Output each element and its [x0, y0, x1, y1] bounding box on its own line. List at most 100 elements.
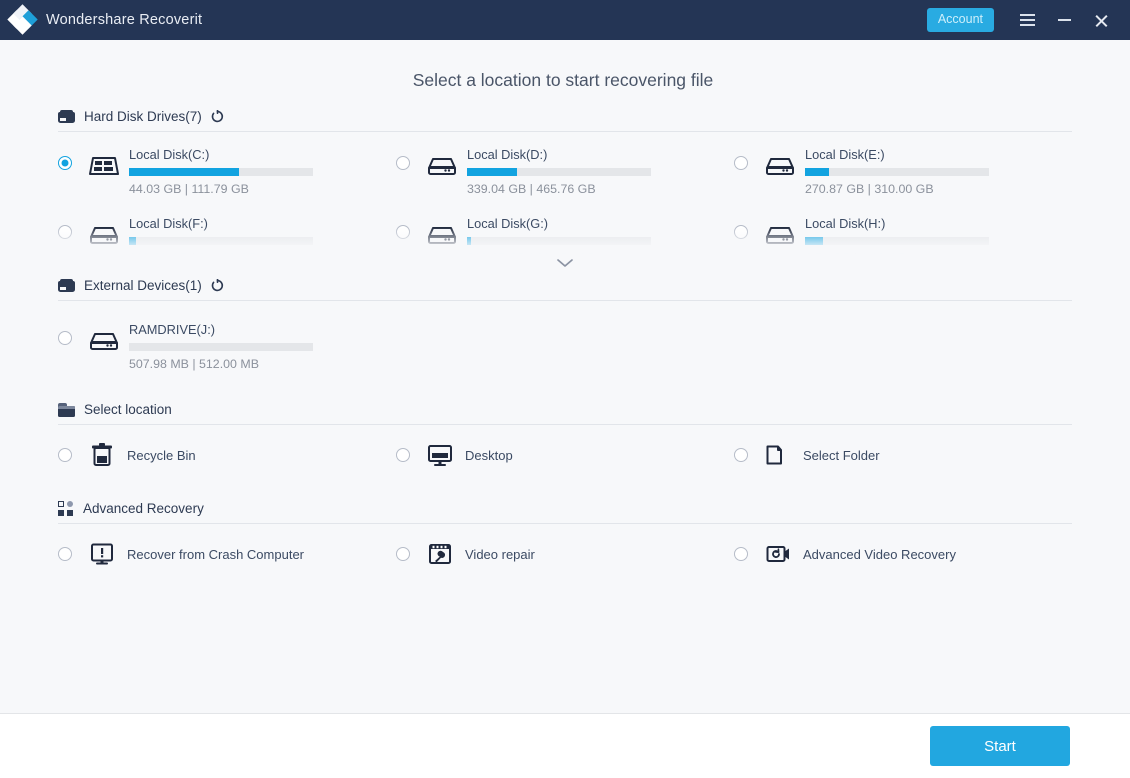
- drive-usage-bar: [805, 168, 989, 176]
- option-radio-video-repair[interactable]: [396, 547, 410, 561]
- drive-name: Local Disk(E:): [805, 147, 885, 162]
- chevron-down-icon: [555, 257, 575, 269]
- option-recover-from-crash-computer[interactable]: Recover from Crash Computer: [58, 524, 396, 576]
- wondershare-diamond-logo-icon: [7, 4, 38, 35]
- drive-name: RAMDRIVE(J:): [129, 322, 216, 337]
- hard-disk-icon: [58, 110, 75, 123]
- close-button[interactable]: [1084, 3, 1118, 37]
- option-label: Desktop: [465, 447, 513, 463]
- show-more-drives-button[interactable]: [58, 254, 1072, 272]
- option-label: Recover from Crash Computer: [127, 546, 304, 562]
- option-video-repair[interactable]: Video repair: [396, 524, 734, 576]
- drive-item-c[interactable]: Local Disk(C:) 44.03 GB | 111.79 GB: [58, 132, 396, 203]
- option-desktop[interactable]: Desktop: [396, 425, 734, 477]
- section-label: Hard Disk Drives(7): [84, 109, 202, 124]
- minimize-button[interactable]: [1047, 3, 1081, 37]
- folder-outline-icon: [765, 443, 791, 467]
- section-header: Advanced Recovery: [58, 501, 1072, 523]
- advanced-recovery-options: Recover from Crash Computer Video repair…: [58, 524, 1072, 576]
- desktop-monitor-icon: [427, 443, 453, 467]
- drive-usage-bar: [805, 237, 989, 245]
- option-label: Advanced Video Recovery: [803, 546, 956, 562]
- external-device-grid: RAMDRIVE(J:) 507.98 MB | 512.00 MB: [58, 301, 1072, 378]
- main-content: Select a location to start recovering fi…: [0, 40, 1130, 713]
- drive-info: RAMDRIVE(J:) 507.98 MB | 512.00 MB: [129, 321, 313, 372]
- drive-usage-bar: [129, 237, 313, 245]
- hamburger-menu-icon: [1019, 14, 1035, 26]
- recycle-bin-icon: [89, 443, 115, 467]
- drive-icon: [765, 152, 795, 178]
- option-radio-select-folder[interactable]: [734, 448, 748, 462]
- option-radio-advanced-video-recovery[interactable]: [734, 547, 748, 561]
- grid-icon: [58, 501, 74, 516]
- drive-item-e[interactable]: Local Disk(E:) 270.87 GB | 310.00 GB: [734, 132, 1072, 203]
- account-button[interactable]: Account: [926, 8, 994, 32]
- drive-icon: [427, 221, 457, 247]
- drive-size: 270.87 GB | 310.00 GB: [805, 182, 934, 196]
- drive-name: Local Disk(D:): [467, 147, 548, 162]
- option-radio-recycle-bin[interactable]: [58, 448, 72, 462]
- minimize-icon: [1057, 19, 1071, 21]
- option-recycle-bin[interactable]: Recycle Bin: [58, 425, 396, 477]
- drive-info: Local Disk(E:) 270.87 GB | 310.00 GB: [805, 146, 989, 197]
- section-external-devices: External Devices(1) RAMDRIVE(J:) 507.98 …: [58, 278, 1072, 378]
- refresh-icon[interactable]: [211, 110, 224, 123]
- drive-radio-g[interactable]: [396, 225, 410, 239]
- drive-grid-row-2: Local Disk(F:) 299.80 GB | 311.00 GB: [58, 203, 1072, 255]
- section-label: Advanced Recovery: [83, 501, 204, 516]
- drive-size: 299.80 GB | 311.00 GB: [129, 245, 313, 255]
- title-bar: Wondershare Recoverit Account: [0, 0, 1130, 40]
- drive-radio-f[interactable]: [58, 225, 72, 239]
- drive-radio-c[interactable]: [58, 156, 72, 170]
- drive-icon: [765, 221, 795, 247]
- section-advanced-recovery: Advanced Recovery Recover from Crash Com…: [58, 501, 1072, 576]
- drive-size: 303.07 GB | 306.51 GB: [467, 245, 651, 255]
- refresh-icon[interactable]: [211, 279, 224, 292]
- drive-info: Local Disk(D:) 339.04 GB | 465.76 GB: [467, 146, 651, 197]
- drive-icon: [89, 221, 119, 247]
- drive-radio-ramdrive[interactable]: [58, 331, 72, 345]
- drive-radio-e[interactable]: [734, 156, 748, 170]
- titlebar-controls: Account: [926, 3, 1118, 37]
- drive-item-d[interactable]: Local Disk(D:) 339.04 GB | 465.76 GB: [396, 132, 734, 203]
- drive-info: Local Disk(F:) 299.80 GB | 311.00 GB: [129, 215, 313, 255]
- option-label: Recycle Bin: [127, 447, 196, 463]
- start-button[interactable]: Start: [930, 726, 1070, 766]
- drive-radio-d[interactable]: [396, 156, 410, 170]
- footer-bar: Start: [0, 713, 1130, 778]
- section-header: Select location: [58, 402, 1072, 424]
- drive-item-h[interactable]: Local Disk(H:) 2.71 GB | 3.00 GB: [734, 203, 1072, 255]
- drive-item-ramdrive[interactable]: RAMDRIVE(J:) 507.98 MB | 512.00 MB: [58, 301, 396, 378]
- drive-usage-bar: [129, 343, 313, 351]
- close-icon: [1094, 13, 1109, 28]
- option-radio-crash-computer[interactable]: [58, 547, 72, 561]
- drive-name: Local Disk(H:): [805, 216, 886, 231]
- page-title: Select a location to start recovering fi…: [412, 70, 714, 90]
- menu-button[interactable]: [1010, 3, 1044, 37]
- drive-item-f[interactable]: Local Disk(F:) 299.80 GB | 311.00 GB: [58, 203, 396, 255]
- drive-size: 339.04 GB | 465.76 GB: [467, 182, 596, 196]
- option-select-folder[interactable]: Select Folder: [734, 425, 1072, 477]
- drive-name: Local Disk(C:): [129, 147, 210, 162]
- section-header: Hard Disk Drives(7): [58, 109, 1072, 131]
- external-device-icon: [58, 279, 75, 292]
- drive-usage-bar: [467, 168, 651, 176]
- section-label: Select location: [84, 402, 172, 417]
- section-select-location: Select location Recycle Bin Desktop Sele…: [58, 402, 1072, 477]
- drive-grid-row-1: Local Disk(C:) 44.03 GB | 111.79 GB Loca…: [58, 132, 1072, 203]
- section-label: External Devices(1): [84, 278, 202, 293]
- drive-radio-h[interactable]: [734, 225, 748, 239]
- drive-name: Local Disk(F:): [129, 216, 208, 231]
- option-radio-desktop[interactable]: [396, 448, 410, 462]
- advanced-video-recovery-icon: [765, 542, 791, 566]
- drive-usage-bar: [467, 237, 651, 245]
- drive-size: 44.03 GB | 111.79 GB: [129, 182, 249, 196]
- option-label: Select Folder: [803, 447, 880, 463]
- drive-item-g[interactable]: Local Disk(G:) 303.07 GB | 306.51 GB: [396, 203, 734, 255]
- recoverit-window: Wondershare Recoverit Account Select a l…: [0, 0, 1130, 778]
- drive-size: 2.71 GB | 3.00 GB: [805, 245, 989, 255]
- windows-drive-icon: [89, 152, 119, 178]
- crash-computer-icon: [89, 542, 115, 566]
- drive-size: 507.98 MB | 512.00 MB: [129, 357, 259, 371]
- option-advanced-video-recovery[interactable]: Advanced Video Recovery: [734, 524, 1072, 576]
